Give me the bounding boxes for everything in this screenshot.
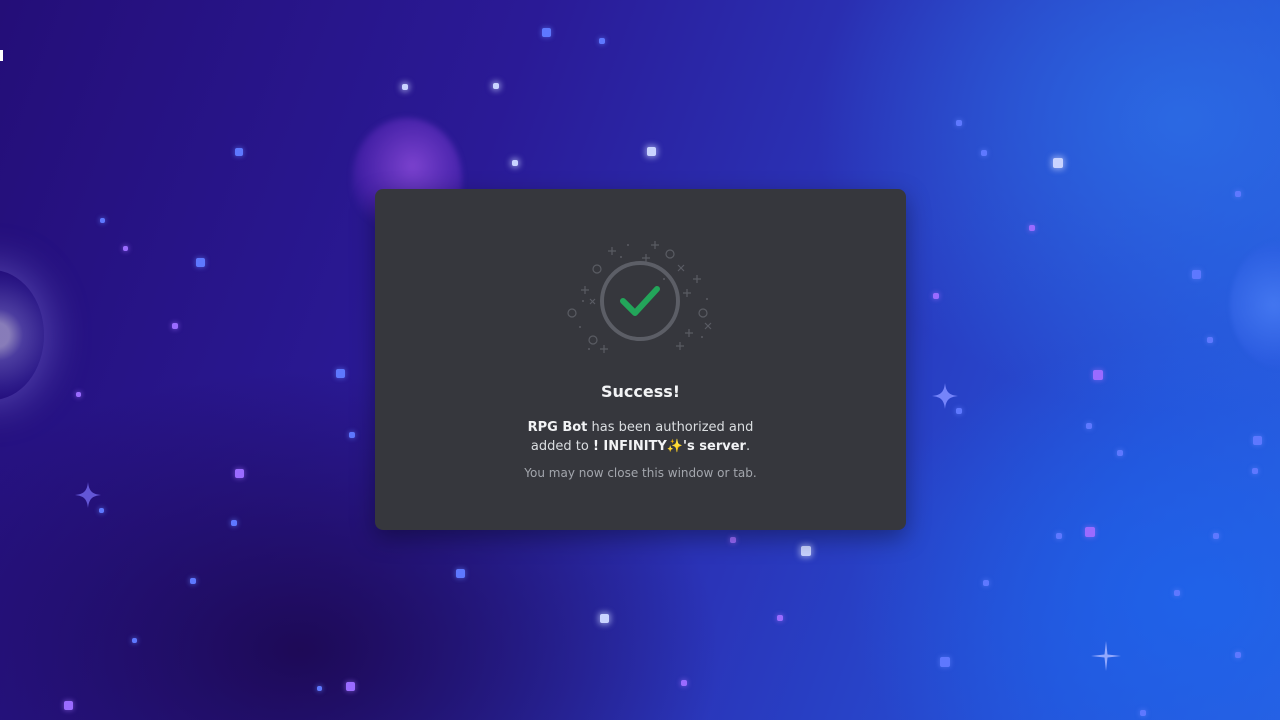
- star: [1252, 468, 1258, 474]
- star: [1140, 710, 1146, 716]
- star: [1192, 270, 1201, 279]
- star: [1029, 225, 1035, 231]
- star: [64, 701, 73, 710]
- star: [346, 682, 355, 691]
- star: [132, 638, 137, 643]
- server-name: ! INFINITY✨'s server: [592, 439, 746, 454]
- star: [235, 148, 243, 156]
- star: [933, 293, 939, 299]
- star: [1086, 423, 1092, 429]
- close-window-hint: You may now close this window or tab.: [524, 466, 757, 480]
- star: [1085, 527, 1095, 537]
- star: [1207, 337, 1213, 343]
- star: [600, 614, 609, 623]
- star: [599, 38, 605, 44]
- authorization-message: RPG Bot has been authorized and added to…: [375, 418, 906, 456]
- star: [123, 246, 128, 251]
- star: [1174, 590, 1180, 596]
- star: [542, 28, 551, 37]
- bot-name: RPG Bot: [527, 420, 588, 435]
- check-circle-icon: [600, 261, 680, 341]
- star: [512, 160, 518, 166]
- star: [172, 323, 178, 329]
- star: [1235, 652, 1241, 658]
- checkmark-icon: [620, 286, 660, 316]
- star: [777, 615, 783, 621]
- authorization-success-dialog: Success! RPG Bot has been authorized and…: [375, 189, 906, 530]
- star: [681, 680, 687, 686]
- star: [402, 84, 408, 90]
- star: [956, 120, 962, 126]
- star: [99, 508, 104, 513]
- star: [456, 569, 465, 578]
- orb-decoration-left: [0, 270, 44, 400]
- sparkle-icon: [932, 383, 958, 409]
- star: [1235, 191, 1241, 197]
- star: [983, 580, 989, 586]
- sparkles-decoration: [567, 241, 712, 353]
- dialog-title: Success!: [600, 382, 681, 401]
- star: [1053, 158, 1063, 168]
- star: [336, 369, 345, 378]
- message-text: has been authorized and: [587, 420, 754, 435]
- star: [317, 686, 322, 691]
- star: [981, 150, 987, 156]
- message-text-added: added to: [530, 439, 593, 454]
- star: [190, 578, 196, 584]
- star: [1253, 436, 1262, 445]
- star: [196, 258, 205, 267]
- sparkle-icon: [1091, 641, 1121, 671]
- star: [100, 218, 105, 223]
- orb-decoration-right: [1230, 240, 1280, 370]
- sparkle-icon: [75, 482, 101, 508]
- star: [1093, 370, 1103, 380]
- star: [1117, 450, 1123, 456]
- star: [76, 392, 81, 397]
- message-end: .: [745, 439, 751, 454]
- star: [1056, 533, 1062, 539]
- star: [1213, 533, 1219, 539]
- star: [940, 657, 950, 667]
- star: [730, 537, 736, 543]
- cursor-mark: [0, 50, 3, 61]
- star: [493, 83, 499, 89]
- success-check-illustration: [567, 241, 712, 353]
- star: [231, 520, 237, 526]
- star: [235, 469, 244, 478]
- star: [801, 546, 811, 556]
- star: [647, 147, 656, 156]
- star: [349, 432, 355, 438]
